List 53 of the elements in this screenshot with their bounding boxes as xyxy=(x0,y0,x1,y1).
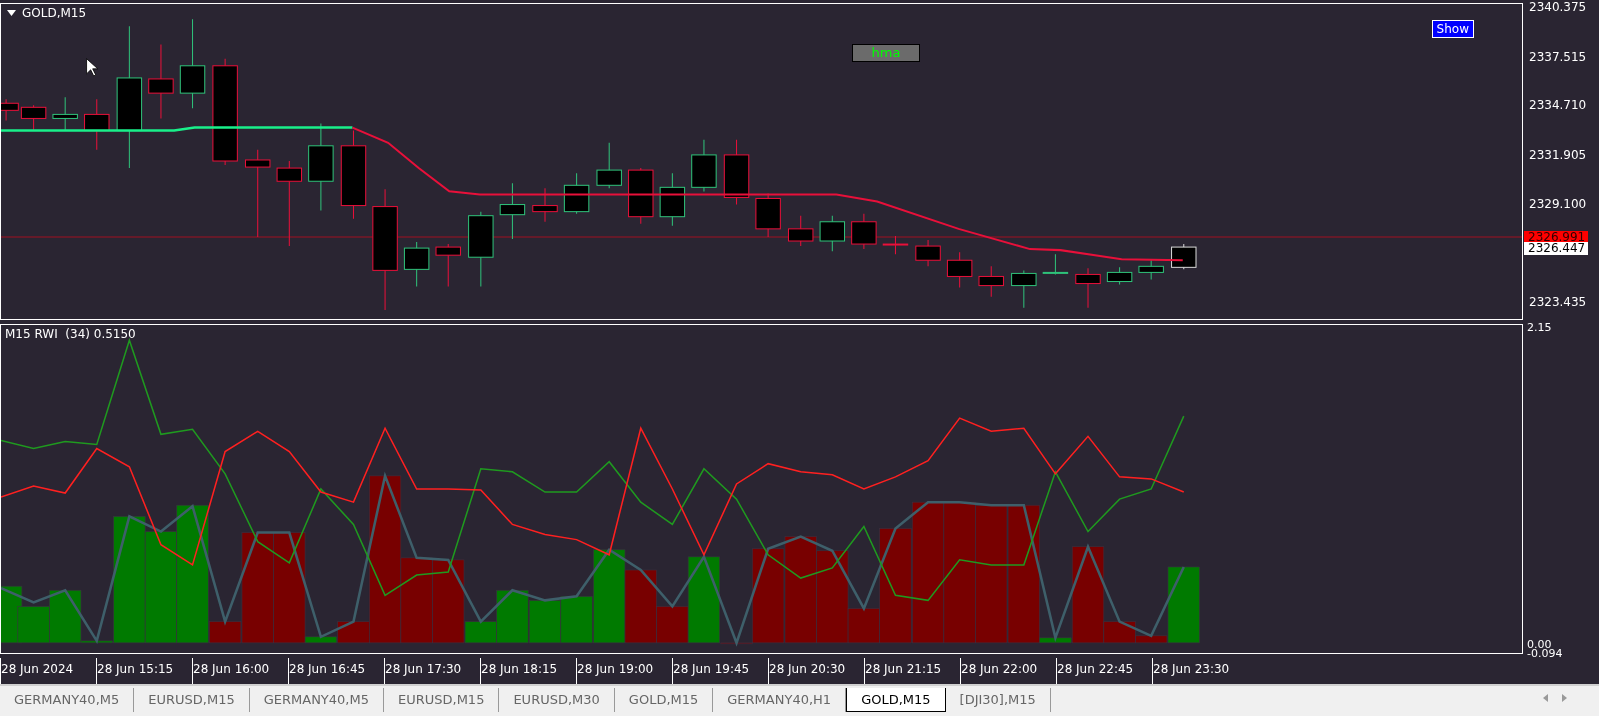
indicator-label: M15 RWI (34) 0.5150 xyxy=(5,327,136,341)
candle xyxy=(563,172,590,215)
indicator-axis-label: -0.094 xyxy=(1527,647,1563,660)
candle xyxy=(755,192,781,238)
candle xyxy=(499,182,526,240)
candle xyxy=(978,265,1004,298)
chart-tab[interactable]: EURUSD,M15 xyxy=(134,688,250,712)
price-axis-label: 2329.100 xyxy=(1529,196,1587,211)
candle xyxy=(819,215,846,252)
candle xyxy=(403,241,430,288)
candle xyxy=(882,235,909,255)
candle xyxy=(1106,266,1133,286)
chart-title: GOLD,M15 xyxy=(22,6,87,20)
chart-tab[interactable]: GOLD,M15 xyxy=(846,688,946,712)
price-axis-label: 2334.710 xyxy=(1529,98,1587,113)
chart-tab[interactable]: EURUSD,M30 xyxy=(499,688,615,712)
chart-tab[interactable]: GERMANY40,M5 xyxy=(249,688,384,712)
candle xyxy=(84,98,110,151)
candle xyxy=(1171,243,1197,270)
price-marker: 2326.447 xyxy=(1524,242,1588,255)
dropdown-triangle-icon[interactable] xyxy=(7,10,16,16)
price-axis-label: 2340.375 xyxy=(1529,0,1587,15)
candle xyxy=(946,251,973,289)
price-axis-label: 2337.515 xyxy=(1529,50,1587,65)
candle xyxy=(851,213,877,250)
scroll-left-icon[interactable] xyxy=(1543,694,1548,702)
candle xyxy=(1011,269,1037,309)
candle xyxy=(1138,259,1164,280)
scroll-right-icon[interactable] xyxy=(1562,694,1567,702)
candle xyxy=(532,187,558,223)
hma-button[interactable]: hma xyxy=(852,44,920,62)
chart-tab[interactable]: GOLD,M15 xyxy=(614,688,714,712)
price-axis-label: 2331.905 xyxy=(1529,148,1587,162)
candle xyxy=(1042,253,1069,275)
candle xyxy=(723,139,750,206)
chart-tab[interactable]: [DJI30],M15 xyxy=(945,688,1051,712)
histogram-bar xyxy=(528,600,562,644)
price-marker: 2326.991 xyxy=(1524,231,1588,244)
candle xyxy=(691,139,717,192)
candle xyxy=(596,142,622,189)
candle xyxy=(435,243,461,288)
candle xyxy=(788,215,814,247)
candle xyxy=(52,96,78,132)
candle xyxy=(628,167,654,225)
show-button[interactable]: Show xyxy=(1431,20,1474,38)
cursor-icon xyxy=(86,58,99,77)
candle xyxy=(915,239,941,267)
chart-tab[interactable]: GERMANY40,M5 xyxy=(0,688,135,712)
price-axis-label: 2323.435 xyxy=(1529,294,1587,309)
candle xyxy=(659,172,686,227)
chart-tab[interactable]: EURUSD,M15 xyxy=(383,688,500,712)
candle xyxy=(1075,267,1101,309)
indicator-axis-label: 2.15 xyxy=(1527,322,1552,335)
